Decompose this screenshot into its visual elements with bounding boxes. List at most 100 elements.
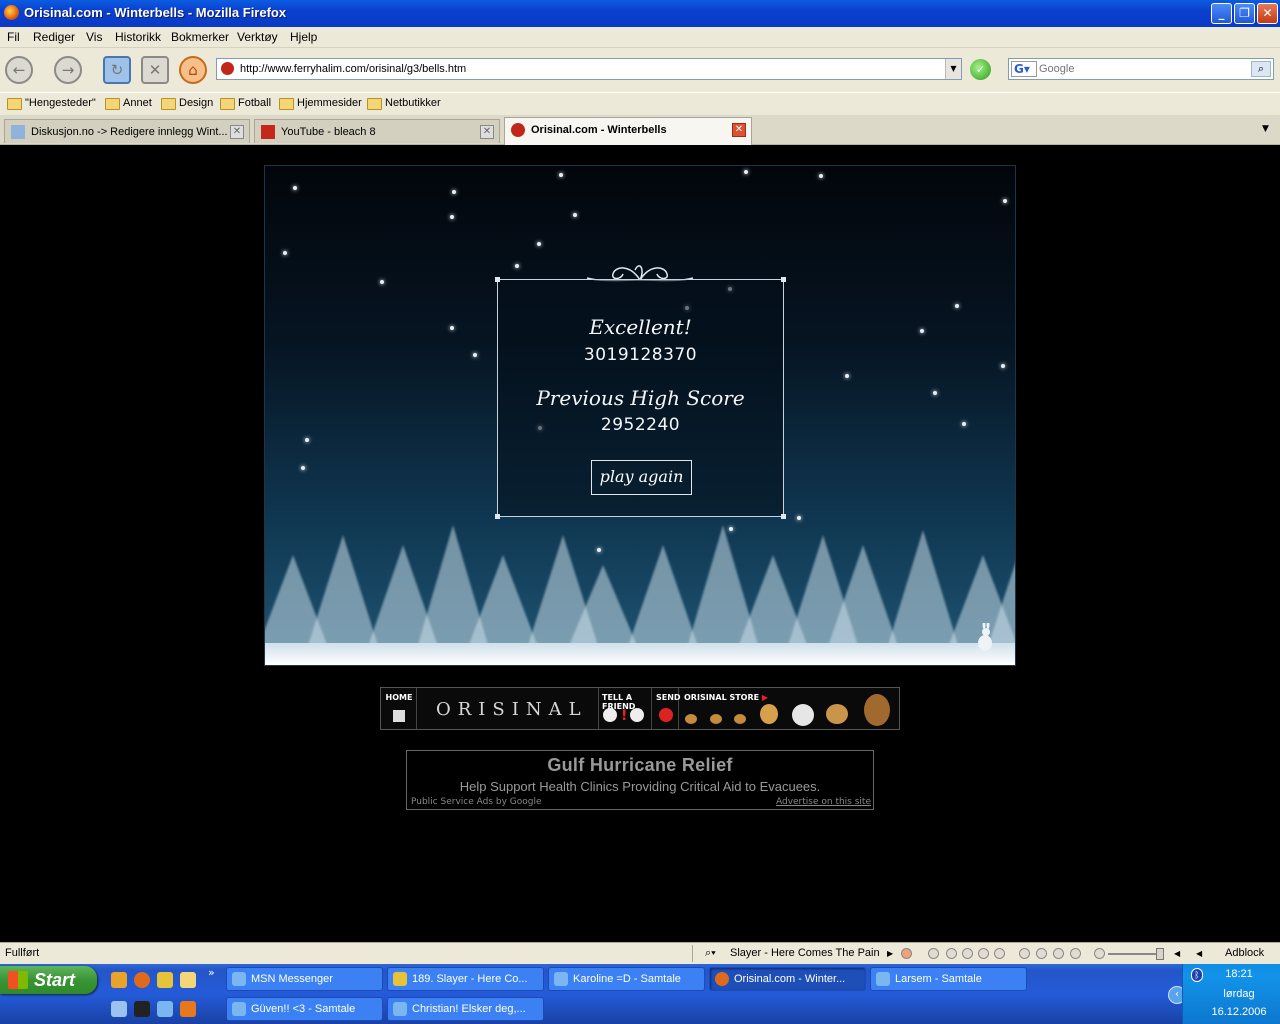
volume-icon[interactable] xyxy=(1094,948,1105,959)
taskbar-orisinal-firefox[interactable]: Orisinal.com - Winter... xyxy=(709,967,866,991)
url-bar[interactable]: http://www.ferryhalim.com/orisinal/g3/be… xyxy=(216,58,962,80)
ad-provider-link[interactable]: Public Service Ads by Google xyxy=(411,797,542,807)
close-tab-icon[interactable]: ✕ xyxy=(230,125,244,139)
menu-historikk[interactable]: Historikk xyxy=(115,30,161,44)
home-label: HOME xyxy=(385,693,413,702)
snow-ground xyxy=(265,643,1015,665)
adblock-label[interactable]: Adblock xyxy=(1225,947,1264,959)
close-tab-icon[interactable]: ✕ xyxy=(480,125,494,139)
home-icon[interactable]: ⌂ xyxy=(179,56,207,84)
final-score: 3019128370 xyxy=(583,345,698,365)
menu-vis[interactable]: Vis xyxy=(86,30,102,44)
media-up-icon[interactable] xyxy=(1070,948,1081,959)
star-icon xyxy=(559,173,563,177)
media-record-icon[interactable] xyxy=(901,948,912,959)
close-button[interactable]: ✕ xyxy=(1257,3,1278,24)
taskbar-karoline-chat[interactable]: Karoline =D - Samtale xyxy=(548,967,705,991)
star-icon xyxy=(515,264,519,268)
window-title-bar[interactable]: Orisinal.com - Winterbells - Mozilla Fir… xyxy=(0,0,1280,27)
media-search-icon[interactable]: ⌕▾ xyxy=(705,947,716,960)
send-link[interactable]: SEND xyxy=(653,688,681,729)
menu-verktoy[interactable]: Verktøy xyxy=(237,30,278,44)
menu-rediger[interactable]: Rediger xyxy=(33,30,75,44)
media-eq-icon[interactable] xyxy=(1053,948,1064,959)
taskbar-guven-chat[interactable]: Güven!! <3 - Samtale xyxy=(226,997,383,1021)
google-engine-icon[interactable]: G▾ xyxy=(1011,61,1037,77)
stop-icon[interactable]: ✕ xyxy=(141,56,169,84)
media-shuffle-icon[interactable] xyxy=(1036,948,1047,959)
quicklaunch-icon[interactable] xyxy=(180,1001,196,1017)
media-next-icon[interactable] xyxy=(994,948,1005,959)
media-title[interactable]: Slayer - Here Comes The Pain xyxy=(730,947,880,959)
media-pause-icon[interactable] xyxy=(962,948,973,959)
taskbar-christian-chat[interactable]: Christian! Elsker deg,... xyxy=(387,997,544,1021)
bookmark-hengesteder[interactable]: "Hengesteder" xyxy=(7,97,96,110)
menu-hjelp[interactable]: Hjelp xyxy=(290,30,317,44)
windows-taskbar: Start » MSN Messenger 189. Slayer - Here… xyxy=(0,964,1280,1024)
search-box[interactable]: G▾ ⌕ xyxy=(1008,58,1274,80)
quicklaunch-icon[interactable] xyxy=(111,1001,127,1017)
go-button[interactable]: ✓ xyxy=(970,59,991,80)
tab-diskusjon[interactable]: Diskusjon.no -> Redigere innlegg Wint...… xyxy=(4,119,250,143)
start-button[interactable]: Start xyxy=(0,966,97,994)
firefox-icon xyxy=(4,5,19,20)
tab-youtube[interactable]: YouTube - bleach 8 ✕ xyxy=(254,119,500,143)
winterbells-game[interactable]: Excellent! 3019128370 Previous High Scor… xyxy=(264,165,1016,666)
play-again-button[interactable]: play again xyxy=(591,460,692,495)
bookmark-hjemmesider[interactable]: Hjemmesider xyxy=(279,97,362,110)
search-icon[interactable]: ⌕ xyxy=(1251,61,1271,77)
quicklaunch-firefox-icon[interactable] xyxy=(134,972,150,988)
critter-icon xyxy=(685,714,697,724)
tell-a-friend-link[interactable]: TELL A FRIEND ! xyxy=(598,688,652,729)
ad-body: Help Support Health Clinics Providing Cr… xyxy=(459,779,821,794)
quicklaunch-icon[interactable] xyxy=(134,1001,150,1017)
star-icon xyxy=(955,304,959,308)
menu-bar: Fil Rediger Vis Historikk Bokmerker Verk… xyxy=(0,27,1280,48)
reload-icon[interactable]: ↻ xyxy=(103,56,131,84)
media-prev-icon[interactable] xyxy=(928,948,939,959)
tab-list-icon[interactable]: ▼ xyxy=(1262,124,1269,134)
clock-day: lørdag xyxy=(1223,988,1255,1000)
orisinal-logo[interactable]: ORISINAL xyxy=(436,699,588,720)
youtube-favicon xyxy=(261,125,275,139)
media-play-button[interactable] xyxy=(946,948,957,959)
media-play-icon[interactable]: ▶ xyxy=(887,949,893,958)
restore-button[interactable]: ❐ xyxy=(1234,3,1255,24)
quicklaunch-icon[interactable] xyxy=(157,972,173,988)
forward-icon[interactable]: → xyxy=(54,56,82,84)
scroll-left-icon[interactable]: ◀ xyxy=(1196,949,1202,958)
star-icon xyxy=(293,186,297,190)
orisinal-store-link[interactable]: ORISINAL STORE ▶ xyxy=(680,688,900,729)
tab-orisinal[interactable]: Orisinal.com - Winterbells ✕ xyxy=(504,117,752,145)
quicklaunch-icon[interactable] xyxy=(157,1001,173,1017)
bookmark-design[interactable]: Design xyxy=(161,97,213,110)
url-dropdown-icon[interactable]: ▼ xyxy=(945,59,961,79)
quicklaunch-folder-icon[interactable] xyxy=(180,972,196,988)
minimize-button[interactable]: _ xyxy=(1211,3,1232,24)
result-heading: Excellent! xyxy=(589,315,692,339)
google-ad[interactable]: Gulf Hurricane Relief Help Support Healt… xyxy=(406,750,874,810)
advertise-link[interactable]: Advertise on this site xyxy=(776,797,871,807)
volume-slider-thumb[interactable] xyxy=(1156,948,1164,960)
bookmark-fotball[interactable]: Fotball xyxy=(220,97,271,110)
media-stop-icon[interactable] xyxy=(978,948,989,959)
media-repeat-icon[interactable] xyxy=(1019,948,1030,959)
search-input[interactable] xyxy=(1039,61,1249,77)
back-icon[interactable]: ← xyxy=(5,56,33,84)
menu-bokmerker[interactable]: Bokmerker xyxy=(171,30,229,44)
orisinal-favicon xyxy=(511,123,525,137)
clock-time[interactable]: 18:21 xyxy=(1211,968,1267,980)
ad-headline[interactable]: Gulf Hurricane Relief xyxy=(407,755,873,776)
close-tab-icon[interactable]: ✕ xyxy=(732,123,746,137)
home-link[interactable]: HOME xyxy=(381,688,417,729)
quicklaunch-expand-icon[interactable]: » xyxy=(208,966,215,979)
taskbar-slayer-player[interactable]: 189. Slayer - Here Co... xyxy=(387,967,544,991)
bluetooth-icon[interactable]: ᛒ xyxy=(1191,968,1203,982)
media-left-arrow-icon[interactable]: ◀ xyxy=(1174,949,1180,958)
bookmark-netbutikker[interactable]: Netbutikker xyxy=(367,97,441,110)
quicklaunch-icon[interactable] xyxy=(111,972,127,988)
taskbar-msn-messenger[interactable]: MSN Messenger xyxy=(226,967,383,991)
taskbar-larsem-chat[interactable]: Larsem - Samtale xyxy=(870,967,1027,991)
menu-fil[interactable]: Fil xyxy=(7,30,20,44)
bookmark-annet[interactable]: Annet xyxy=(105,97,152,110)
